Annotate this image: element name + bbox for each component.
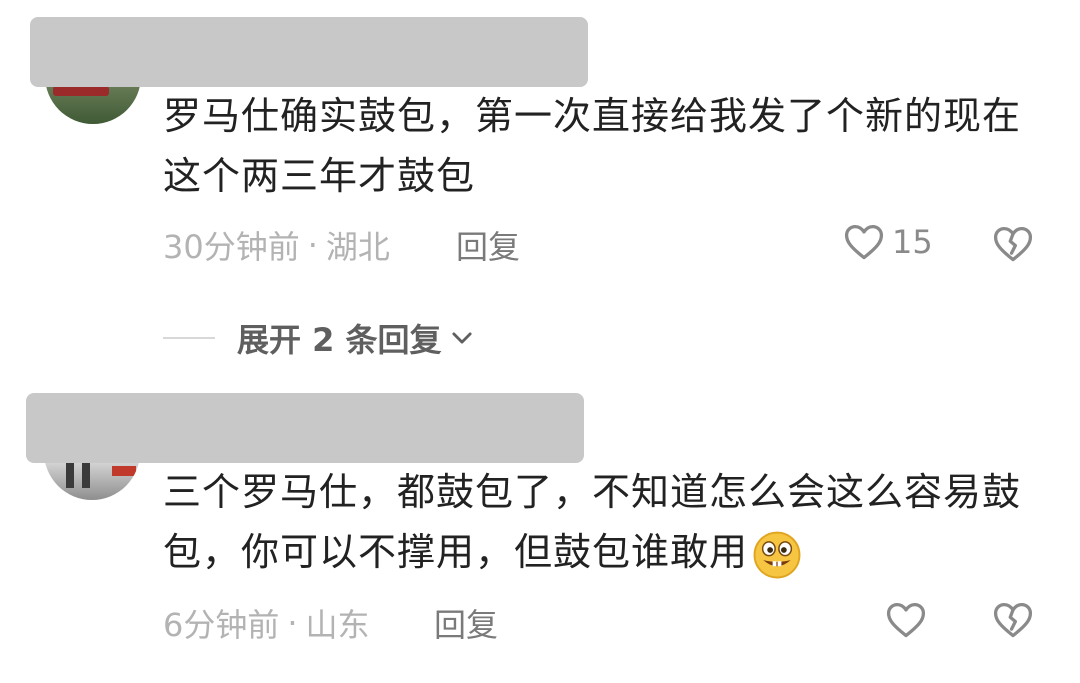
comment-time: 30分钟前 xyxy=(163,228,300,266)
comment-section: 罗马仕确实鼓包，第一次直接给我发了个新的现在这个两三年才鼓包 30分钟前 · 湖… xyxy=(0,0,1080,683)
comment-meta: 6分钟前 · 山东 xyxy=(163,600,370,646)
expand-replies-label: 展开 2 条回复 xyxy=(237,321,442,359)
comment-location: 山东 xyxy=(305,606,370,644)
grinning-face-emoji xyxy=(753,531,801,578)
comment-text: 罗马仕确实鼓包，第一次直接给我发了个新的现在这个两三年才鼓包 xyxy=(163,94,1022,198)
chevron-down-icon xyxy=(451,332,472,344)
redacted-username xyxy=(30,17,588,87)
like-button[interactable]: 15 xyxy=(842,220,933,264)
redacted-username xyxy=(26,393,584,463)
meta-separator: · xyxy=(287,604,298,642)
expand-divider xyxy=(163,337,215,339)
expand-replies[interactable]: 展开 2 条回复 xyxy=(163,315,476,361)
like-count: 15 xyxy=(892,223,933,261)
comment-body: 三个罗马仕，都鼓包了，不知道怎么会这么容易鼓包，你可以不撑用，但鼓包谁敢用 xyxy=(163,470,1022,574)
comment-location: 湖北 xyxy=(325,228,390,266)
reply-button[interactable]: 回复 xyxy=(456,222,520,268)
broken-heart-icon[interactable] xyxy=(991,222,1035,266)
broken-heart-icon[interactable] xyxy=(991,598,1035,642)
meta-separator: · xyxy=(307,226,318,264)
reply-button[interactable]: 回复 xyxy=(434,600,498,646)
comment-text: 三个罗马仕，都鼓包了，不知道怎么会这么容易鼓包，你可以不撑用，但鼓包谁敢用 xyxy=(163,462,1043,582)
comment-meta: 30分钟前 · 湖北 xyxy=(163,222,390,268)
comment-time: 6分钟前 xyxy=(163,606,280,644)
heart-outline-icon[interactable] xyxy=(884,598,928,642)
heart-outline-icon xyxy=(844,224,884,260)
